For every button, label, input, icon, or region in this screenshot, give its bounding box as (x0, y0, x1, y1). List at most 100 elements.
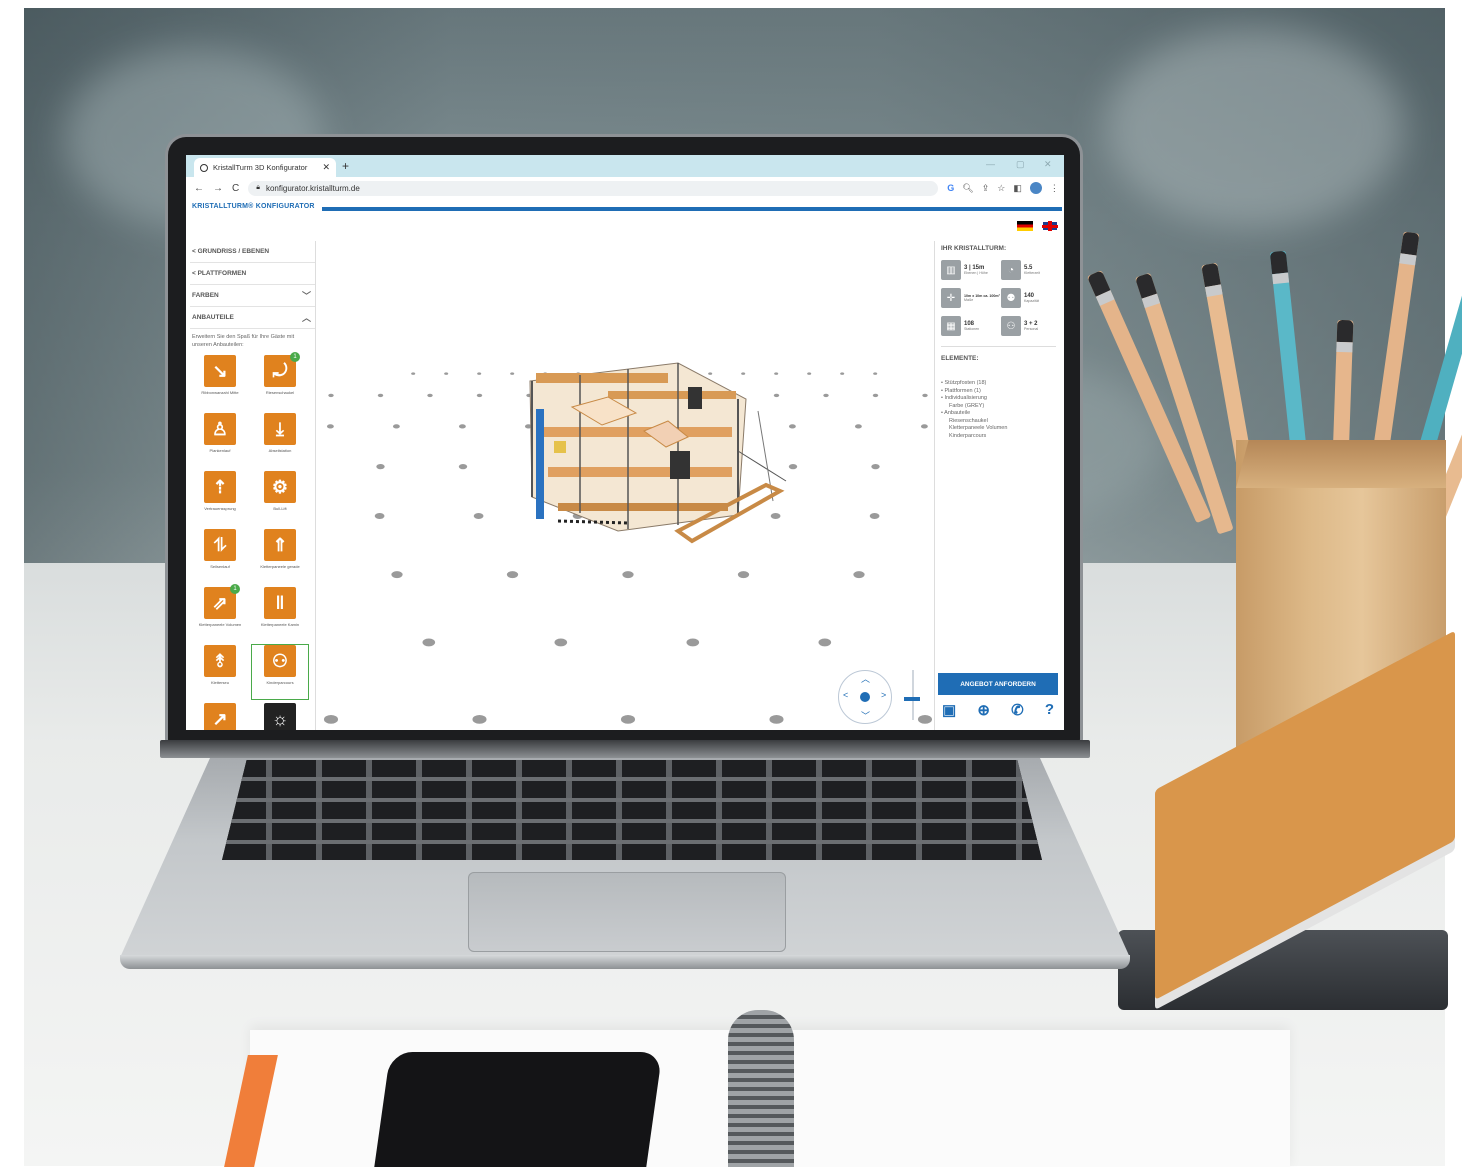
zipline-figure-icon: ↗ (204, 703, 236, 730)
share-icon[interactable]: ⇪ (982, 183, 990, 194)
tile-label: Kletterpaneele gerade (260, 564, 300, 569)
arrow-left-icon[interactable]: < (843, 690, 848, 700)
stat-capacity: ⚉ 140 Kapazität (1001, 288, 1061, 308)
anbauteile-description: Erweitern Sie den Spaß für Ihre Gäste mi… (192, 334, 295, 348)
forward-arrow-icon[interactable]: → (213, 183, 223, 194)
download-icon[interactable]: ⊕ (977, 701, 990, 719)
laptop-base-edge (120, 955, 1130, 969)
tile-kinderparcours[interactable]: ⚇ Kinderparcours (251, 644, 309, 700)
phone-icon[interactable]: ✆ (1011, 701, 1024, 719)
floor-grid-dot (328, 393, 334, 398)
tile-plankenlauf[interactable]: ♙ Plankenlauf (192, 413, 248, 467)
star-icon[interactable]: ☆ (997, 183, 1005, 194)
config-sidebar: < GRUNDRISS / EBENEN < PLATTFORMEN FARBE… (190, 241, 316, 730)
arrow-up-icon[interactable]: ︿ (861, 672, 870, 685)
trust-jump-figure-icon: ⇡ (204, 471, 236, 503)
save-icon[interactable]: ▣ (942, 701, 956, 719)
configurator-app: KristallTurm 3D Konfigurator ✕ + — ▢ ✕ ←… (186, 155, 1064, 730)
sidebar-item-anbauteile[interactable]: ANBAUTEILE ︿ (190, 307, 315, 329)
reload-icon[interactable]: C (232, 183, 239, 194)
sidebar-item-grundriss[interactable]: < GRUNDRISS / EBENEN (190, 241, 315, 263)
kebab-menu-icon[interactable]: ⋮ (1050, 183, 1059, 194)
floor-grid-dot (376, 464, 385, 470)
german-flag-icon[interactable] (1017, 221, 1033, 231)
wooden-pencil-cup-rim (1236, 440, 1446, 488)
3d-viewport[interactable] (318, 241, 933, 730)
browser-tab-strip: KristallTurm 3D Konfigurator ✕ + — ▢ ✕ (186, 155, 1064, 177)
floor-grid-dot (774, 372, 779, 375)
sidepanel-icon[interactable]: ◧ (1013, 183, 1022, 194)
tile-bull-lift[interactable]: ⚙ Bull-Lift (252, 471, 308, 525)
tile-riesenschaukel[interactable]: ⤾ 1 Riesenschaukel (252, 352, 308, 409)
profile-avatar-icon[interactable] (1029, 182, 1042, 194)
floor-grid-dot (872, 393, 879, 398)
element-subitem: Kinderparcours (949, 432, 987, 439)
sidebar-item-label: ANBAUTEILE (192, 314, 234, 321)
zoom-icon[interactable]: 🔍︎ (962, 183, 973, 194)
arrow-right-icon[interactable]: > (881, 690, 886, 700)
stat-area: ✛ 10m x 10m ca. 100m² Maße (941, 288, 1001, 308)
tile-zipline[interactable]: ↗ (192, 703, 248, 730)
maximize-icon[interactable]: ▢ (1016, 159, 1025, 170)
tile-kletterpaneele-kamin[interactable]: ‖ Kletterpaneele Kamin (252, 587, 308, 641)
arrow-down-icon[interactable]: ﹀ (861, 709, 870, 722)
element-subitem: Farbe (GREY) (949, 402, 985, 409)
tab-title: KristallTurm 3D Konfigurator (213, 163, 308, 172)
floor-grid-dot (392, 424, 400, 429)
lock-icon: 🔒︎ (256, 184, 260, 191)
address-bar[interactable]: 🔒︎ konfigurator.kristallturm.de (248, 180, 939, 196)
tile-kletterseu[interactable]: ⥉ Kletterseu (192, 645, 248, 699)
request-quote-button[interactable]: ANGEBOT ANFORDERN (938, 673, 1058, 695)
browser-toolbar: ← → C 🔒︎ konfigurator.kristallturm.de G … (186, 177, 1064, 199)
floor-grid-dot (770, 512, 781, 520)
tile-kletterpaneele-gerade[interactable]: ⇑ Kletterpaneele gerade (252, 529, 308, 583)
stat-caption: Ebenen | Höhe (964, 271, 988, 275)
people-icon: ⚉ (1001, 288, 1021, 308)
help-icon[interactable]: ? (1045, 701, 1054, 719)
stations-icon: ▦ (941, 316, 961, 336)
element-subitem: Riesenschaukel (949, 417, 988, 424)
laptop-keyboard-rows (222, 760, 1042, 860)
element-item: Individualisierung (941, 395, 1056, 403)
center-dot-icon[interactable] (860, 692, 870, 702)
toolbar-icons: G 🔍︎ ⇪ ☆ ◧ ⋮ (947, 182, 1059, 194)
tower-levels-icon: ▥ (941, 260, 961, 280)
tile-label: Kletterpaneele Volumen (198, 622, 242, 627)
floor-grid-dot (920, 424, 928, 429)
sidebar-item-farben[interactable]: FARBEN ﹀ (190, 285, 315, 307)
new-tab-icon[interactable]: + (342, 159, 349, 173)
tile-label: Bull-Lift (273, 506, 287, 511)
tile-ribbonwanzahl[interactable]: ↘ Ribbonwanzahl Mitte (192, 355, 248, 409)
tile-abseilstation[interactable]: ⤓ Abseilstation (252, 413, 308, 467)
google-icon[interactable]: G (947, 183, 954, 193)
tile-lightbulb[interactable]: ☼ (252, 703, 308, 730)
browser-tab[interactable]: KristallTurm 3D Konfigurator ✕ (194, 158, 336, 177)
floor-grid-dot (871, 464, 880, 470)
brand-divider (322, 207, 1062, 211)
attachment-tile-grid: ↘ Ribbonwanzahl Mitte ⤾ 1 Riesenschaukel ♙ P… (190, 352, 315, 730)
3d-scene[interactable] (318, 241, 933, 730)
minimize-icon[interactable]: — (986, 159, 995, 169)
sidebar-item-plattformen[interactable]: < PLATTFORMEN (190, 263, 315, 285)
back-arrow-icon[interactable]: ← (194, 183, 204, 194)
zoom-slider-track[interactable] (912, 670, 914, 720)
stat-caption: Personal (1024, 327, 1039, 331)
camera-navigation-pad[interactable]: ︿ ﹀ < > (838, 670, 892, 724)
floor-grid-dot (823, 393, 829, 398)
stat-levels: ▥ 3 | 15m Ebenen | Höhe (941, 260, 1001, 280)
floor-grid-dot (411, 372, 416, 375)
floor-grid-dot (422, 638, 436, 647)
stat-caption: Kapazität (1024, 299, 1039, 303)
floor-grid-dot (472, 715, 487, 724)
zoom-slider-handle[interactable] (904, 697, 920, 701)
smartphone (373, 1052, 663, 1167)
tile-seilsenlauf[interactable]: ⥮ Seilsenlauf (192, 529, 248, 583)
close-window-icon[interactable]: ✕ (1044, 159, 1052, 170)
close-tab-icon[interactable]: ✕ (322, 162, 330, 173)
uk-flag-icon[interactable] (1042, 221, 1058, 231)
tile-label: Kinderparcours (266, 680, 294, 685)
tile-label: Abseilstation (268, 448, 292, 453)
element-item: Stützpfosten (18) (941, 380, 1056, 388)
tile-kletterpaneele-volumen[interactable]: ⇗ 1 Kletterpaneele Volumen (192, 584, 248, 641)
tile-vertrauenssprung[interactable]: ⇡ Vertrauenssprung (192, 471, 248, 525)
